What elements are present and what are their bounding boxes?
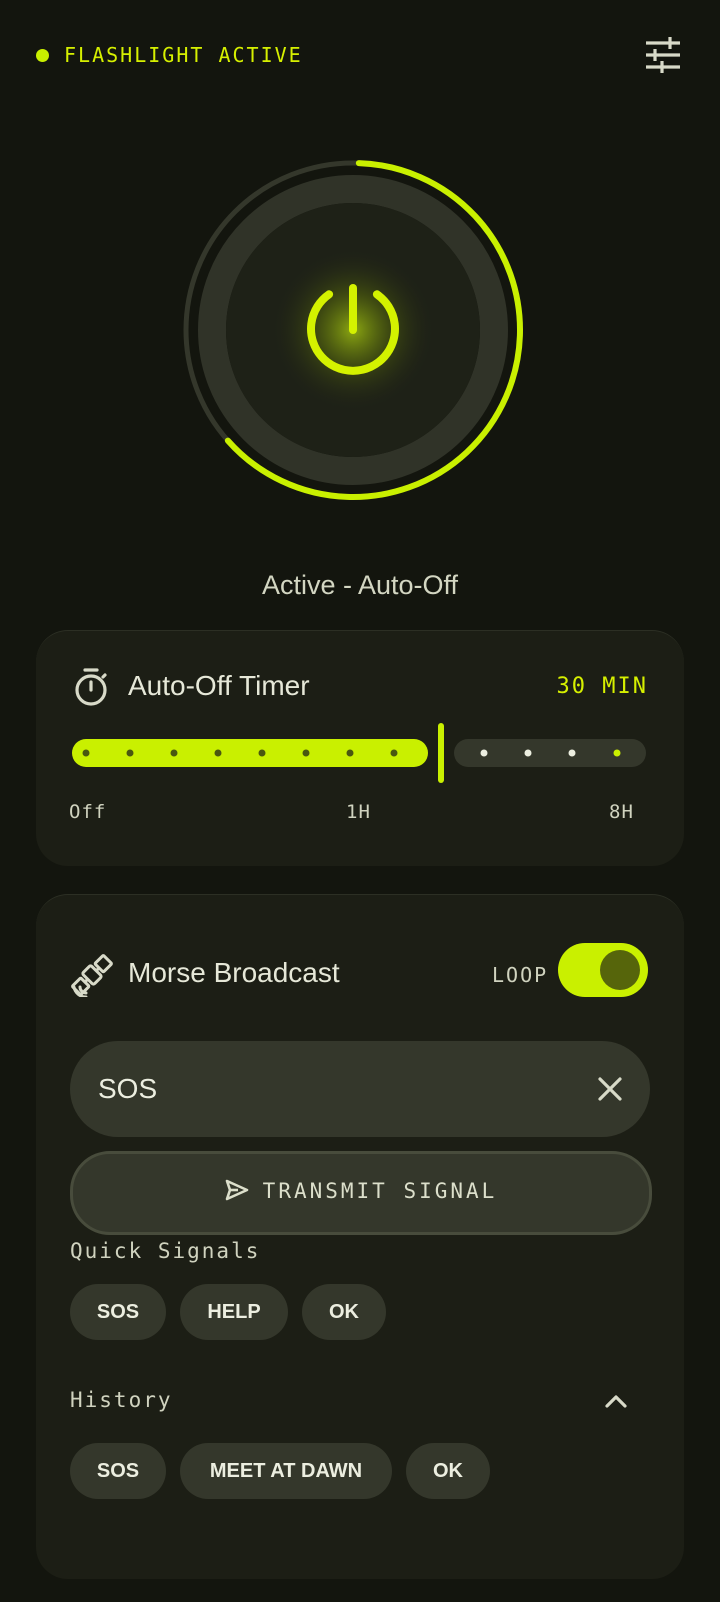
transmit-signal-button[interactable]: TRANSMIT SIGNAL [70, 1151, 652, 1235]
transmit-label: TRANSMIT SIGNAL [262, 1179, 498, 1203]
timer-title: Auto-Off Timer [128, 670, 310, 701]
top-bar: FLASHLIGHT ACTIVE [0, 0, 720, 110]
quick-signal-chip[interactable]: OK [302, 1284, 386, 1340]
morse-message-input[interactable]: SOS [70, 1041, 650, 1137]
status-indicator-dot [36, 49, 49, 62]
history-chip[interactable]: SOS [70, 1443, 166, 1499]
slider-thumb[interactable] [438, 723, 444, 783]
collapse-history-button[interactable] [600, 1385, 632, 1417]
status-text: FLASHLIGHT ACTIVE [64, 43, 303, 67]
history-chip[interactable]: OK [406, 1443, 490, 1499]
slider-active-track [72, 739, 428, 767]
history-chip[interactable]: MEET AT DAWN [180, 1443, 392, 1499]
power-dial[interactable] [181, 158, 541, 518]
chevron-up-icon [605, 1395, 627, 1408]
clear-input-button[interactable] [594, 1073, 626, 1105]
quick-signals-label: Quick Signals [70, 1239, 261, 1263]
loop-toggle-knob [600, 950, 640, 990]
slider-end-stop [613, 749, 621, 757]
send-icon [225, 1179, 248, 1201]
morse-broadcast-card: Morse Broadcast LOOP SOS TRANSMIT SIGNAL… [36, 894, 684, 1579]
settings-button[interactable] [644, 36, 682, 74]
history-label: History [70, 1388, 173, 1412]
power-status-label: Active - Auto-Off [261, 570, 459, 600]
loop-label: LOOP [492, 963, 549, 987]
timer-slider[interactable] [72, 723, 646, 783]
timer-value: 30 MIN [556, 674, 648, 699]
satellite-icon [71, 954, 113, 997]
quick-signal-chip[interactable]: HELP [180, 1284, 288, 1340]
tune-icon [646, 37, 680, 73]
close-icon [598, 1077, 622, 1101]
auto-off-timer-card: Auto-Off Timer 30 MIN Off 1H 8H [36, 630, 684, 866]
slider-label-8h: 8H [609, 801, 634, 823]
quick-signal-chip[interactable]: SOS [70, 1284, 166, 1340]
loop-toggle[interactable] [558, 943, 648, 997]
morse-title: Morse Broadcast [128, 957, 340, 988]
morse-message-value[interactable]: SOS [98, 1073, 157, 1105]
timer-icon [75, 668, 107, 706]
slider-label-off: Off [69, 801, 107, 823]
slider-label-1h: 1H [346, 801, 371, 823]
